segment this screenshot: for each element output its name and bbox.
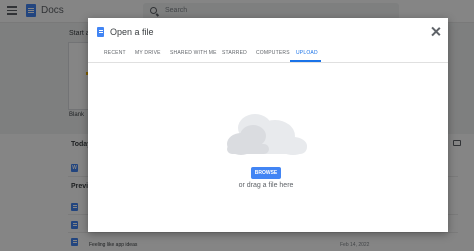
tab-starred[interactable]: STARRED (222, 50, 247, 56)
tab-shared-with-me[interactable]: SHARED WITH ME (170, 50, 217, 56)
open-file-dialog: Open a file RECENT MY DRIVE SHARED WITH … (88, 18, 448, 232)
tab-my-drive[interactable]: MY DRIVE (135, 50, 161, 56)
active-tab-indicator (290, 60, 321, 62)
close-icon[interactable] (431, 27, 441, 37)
cloud-upload-icon (227, 114, 307, 155)
dialog-title: Open a file (110, 27, 154, 37)
browse-button[interactable]: BROWSE (251, 167, 281, 179)
tab-recent[interactable]: RECENT (104, 50, 126, 56)
drag-hint: or drag a file here (238, 182, 294, 189)
tab-computers[interactable]: COMPUTERS (256, 50, 290, 56)
docs-icon (97, 27, 104, 37)
dialog-tabs: RECENT MY DRIVE SHARED WITH ME STARRED C… (88, 47, 448, 63)
tab-upload[interactable]: UPLOAD (296, 50, 318, 56)
